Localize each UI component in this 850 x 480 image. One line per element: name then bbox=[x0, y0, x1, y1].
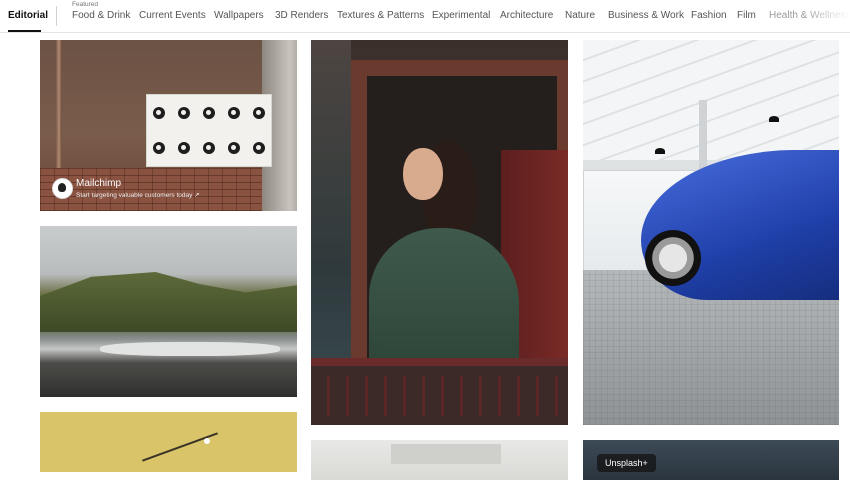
tile-icon bbox=[178, 106, 191, 119]
tab-label: Business & Work bbox=[608, 10, 684, 21]
mailchimp-logo-icon bbox=[52, 178, 73, 199]
photo-blue-car[interactable] bbox=[583, 40, 839, 425]
photo-landscape[interactable] bbox=[40, 226, 297, 397]
lamp-icon bbox=[655, 148, 665, 154]
tab-label: Wallpapers bbox=[214, 10, 264, 21]
tile-icon bbox=[227, 106, 240, 119]
shelf-shape bbox=[391, 444, 501, 464]
brick-texture bbox=[40, 168, 262, 211]
photo-dark-scene[interactable]: Unsplash+ bbox=[583, 440, 839, 480]
tile-icon bbox=[252, 142, 265, 155]
ice-shape bbox=[100, 342, 280, 356]
tab-label: Film bbox=[737, 10, 756, 21]
tile-icon bbox=[153, 106, 166, 119]
tab-label: Fashion bbox=[691, 10, 727, 21]
tab-label: Food & Drink bbox=[72, 10, 131, 21]
category-nav: Editorial Featured Food & Drink Current … bbox=[0, 0, 850, 33]
nav-divider bbox=[56, 6, 57, 26]
tile-icon bbox=[252, 106, 265, 119]
coat-shape bbox=[369, 228, 519, 378]
sponsor-name: Mailchimp bbox=[76, 178, 122, 189]
tile-icon bbox=[153, 142, 166, 155]
featured-eyebrow: Featured bbox=[72, 1, 99, 8]
tile-icon bbox=[202, 106, 215, 119]
tile-icon bbox=[202, 142, 215, 155]
active-tab-indicator bbox=[8, 30, 41, 32]
sponsor-tagline: Start targeting valuable customers today… bbox=[76, 192, 200, 199]
tile-icon bbox=[227, 142, 240, 155]
photo-woman-balcony[interactable] bbox=[311, 40, 568, 425]
twig-shape bbox=[142, 432, 218, 462]
bud-shape bbox=[204, 438, 210, 444]
tab-label: 3D Renders bbox=[275, 10, 329, 21]
mountain-shape bbox=[40, 272, 297, 332]
tab-label: Architecture bbox=[500, 10, 554, 21]
photo-white-room[interactable] bbox=[311, 440, 568, 480]
photo-yellow-branch[interactable] bbox=[40, 412, 297, 472]
tab-label: Editorial bbox=[8, 10, 49, 21]
icon-tile-panel bbox=[146, 94, 272, 167]
photo-brick-wall[interactable]: Mailchimp Start targeting valuable custo… bbox=[40, 40, 297, 211]
nav-scroll-fade bbox=[802, 0, 850, 32]
railing-shape bbox=[311, 358, 568, 425]
lamp-icon bbox=[769, 116, 779, 122]
ceiling-shape bbox=[583, 40, 839, 160]
tab-label: Textures & Patterns bbox=[337, 10, 425, 21]
tab-editorial[interactable]: Editorial bbox=[8, 0, 48, 32]
tab-label: Experimental bbox=[432, 10, 491, 21]
car-wheel-shape bbox=[645, 230, 701, 286]
tab-label: Current Events bbox=[139, 10, 206, 21]
tab-label: Nature bbox=[565, 10, 596, 21]
face-shape bbox=[403, 148, 443, 200]
unsplash-plus-badge[interactable]: Unsplash+ bbox=[597, 454, 656, 472]
tile-icon bbox=[178, 142, 191, 155]
